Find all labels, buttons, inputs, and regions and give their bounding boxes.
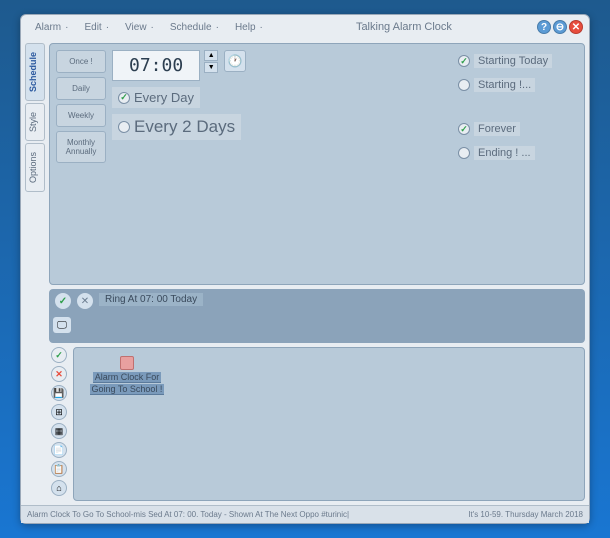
- minimize-icon[interactable]: ⊖: [553, 20, 567, 34]
- opt-starting[interactable]: Starting !...: [458, 78, 578, 92]
- freq-daily[interactable]: Daily: [56, 77, 106, 100]
- summary-bar: Ring At 07: 00 Today 🖵: [49, 289, 585, 343]
- time-up[interactable]: ▲: [204, 50, 218, 61]
- tool-doc-icon[interactable]: 📄: [51, 442, 67, 458]
- check-icon: [458, 55, 470, 67]
- check-icon: [458, 123, 470, 135]
- radio-icon: [458, 79, 470, 91]
- radio-icon: [118, 121, 130, 133]
- menu-view[interactable]: View: [125, 22, 154, 33]
- window-title: Talking Alarm Clock: [271, 21, 537, 33]
- status-left: Alarm Clock To Go To School-mis Sed At 0…: [27, 510, 468, 519]
- tool-disk-icon[interactable]: 💾: [51, 385, 67, 401]
- tool-home-icon[interactable]: ⌂: [51, 480, 67, 496]
- freq-monthly[interactable]: Monthly Annually: [56, 131, 106, 163]
- opt-ending[interactable]: Ending ! ...: [458, 146, 578, 160]
- status-right: It's 10-59. Thursday March 2018: [468, 510, 583, 519]
- side-tabs: Schedule Style Options: [25, 43, 45, 501]
- media-icon[interactable]: 🖵: [53, 317, 71, 333]
- freq-weekly[interactable]: Weekly: [56, 104, 106, 127]
- radio-icon: [458, 147, 470, 159]
- freq-once[interactable]: Once !: [56, 50, 106, 73]
- opt-everyday-label: Every Day: [134, 90, 194, 105]
- tool-window-icon[interactable]: ⊞: [51, 404, 67, 420]
- menu-alarm[interactable]: Alarm: [35, 22, 68, 33]
- opt-starting-today[interactable]: Starting Today: [458, 54, 578, 68]
- app-window: Alarm Edit View Schedule Help Talking Al…: [20, 14, 590, 524]
- time-field[interactable]: 07:00: [112, 50, 200, 81]
- check-icon: [118, 92, 130, 104]
- alarm-item[interactable]: Alarm Clock ForGoing To School !: [82, 356, 172, 395]
- confirm-icon[interactable]: [55, 293, 71, 309]
- titlebar: Alarm Edit View Schedule Help Talking Al…: [21, 15, 589, 39]
- toolbar: 💾 ⊞ ▦ 📄 📋 ⌂: [49, 347, 69, 501]
- tool-grid-icon[interactable]: ▦: [51, 423, 67, 439]
- help-icon[interactable]: ?: [537, 20, 551, 34]
- summary-text: Ring At 07: 00 Today: [99, 293, 203, 306]
- alarm-list[interactable]: Alarm Clock ForGoing To School !: [73, 347, 585, 501]
- close-icon[interactable]: ✕: [569, 20, 583, 34]
- tool-check[interactable]: [51, 347, 67, 363]
- time-down[interactable]: ▼: [204, 62, 218, 73]
- cancel-icon[interactable]: [77, 293, 93, 309]
- tool-delete[interactable]: [51, 366, 67, 382]
- tool-note-icon[interactable]: 📋: [51, 461, 67, 477]
- clock-picker-icon[interactable]: 🕐: [224, 50, 246, 72]
- menu-schedule[interactable]: Schedule: [170, 22, 219, 33]
- tab-options[interactable]: Options: [25, 143, 45, 192]
- opt-every2days[interactable]: Every 2 Days: [112, 114, 241, 140]
- opt-everyday[interactable]: Every Day: [112, 87, 200, 108]
- opt-forever[interactable]: Forever: [458, 122, 578, 136]
- tab-style[interactable]: Style: [25, 103, 45, 141]
- menu-help[interactable]: Help: [235, 22, 263, 33]
- alarm-icon: [120, 356, 134, 370]
- tab-schedule[interactable]: Schedule: [25, 43, 45, 101]
- status-bar: Alarm Clock To Go To School-mis Sed At 0…: [21, 505, 589, 523]
- opt-every2-label: Every 2 Days: [134, 117, 235, 137]
- schedule-panel: Once ! Daily Weekly Monthly Annually 07:…: [49, 43, 585, 285]
- menu-edit[interactable]: Edit: [84, 22, 109, 33]
